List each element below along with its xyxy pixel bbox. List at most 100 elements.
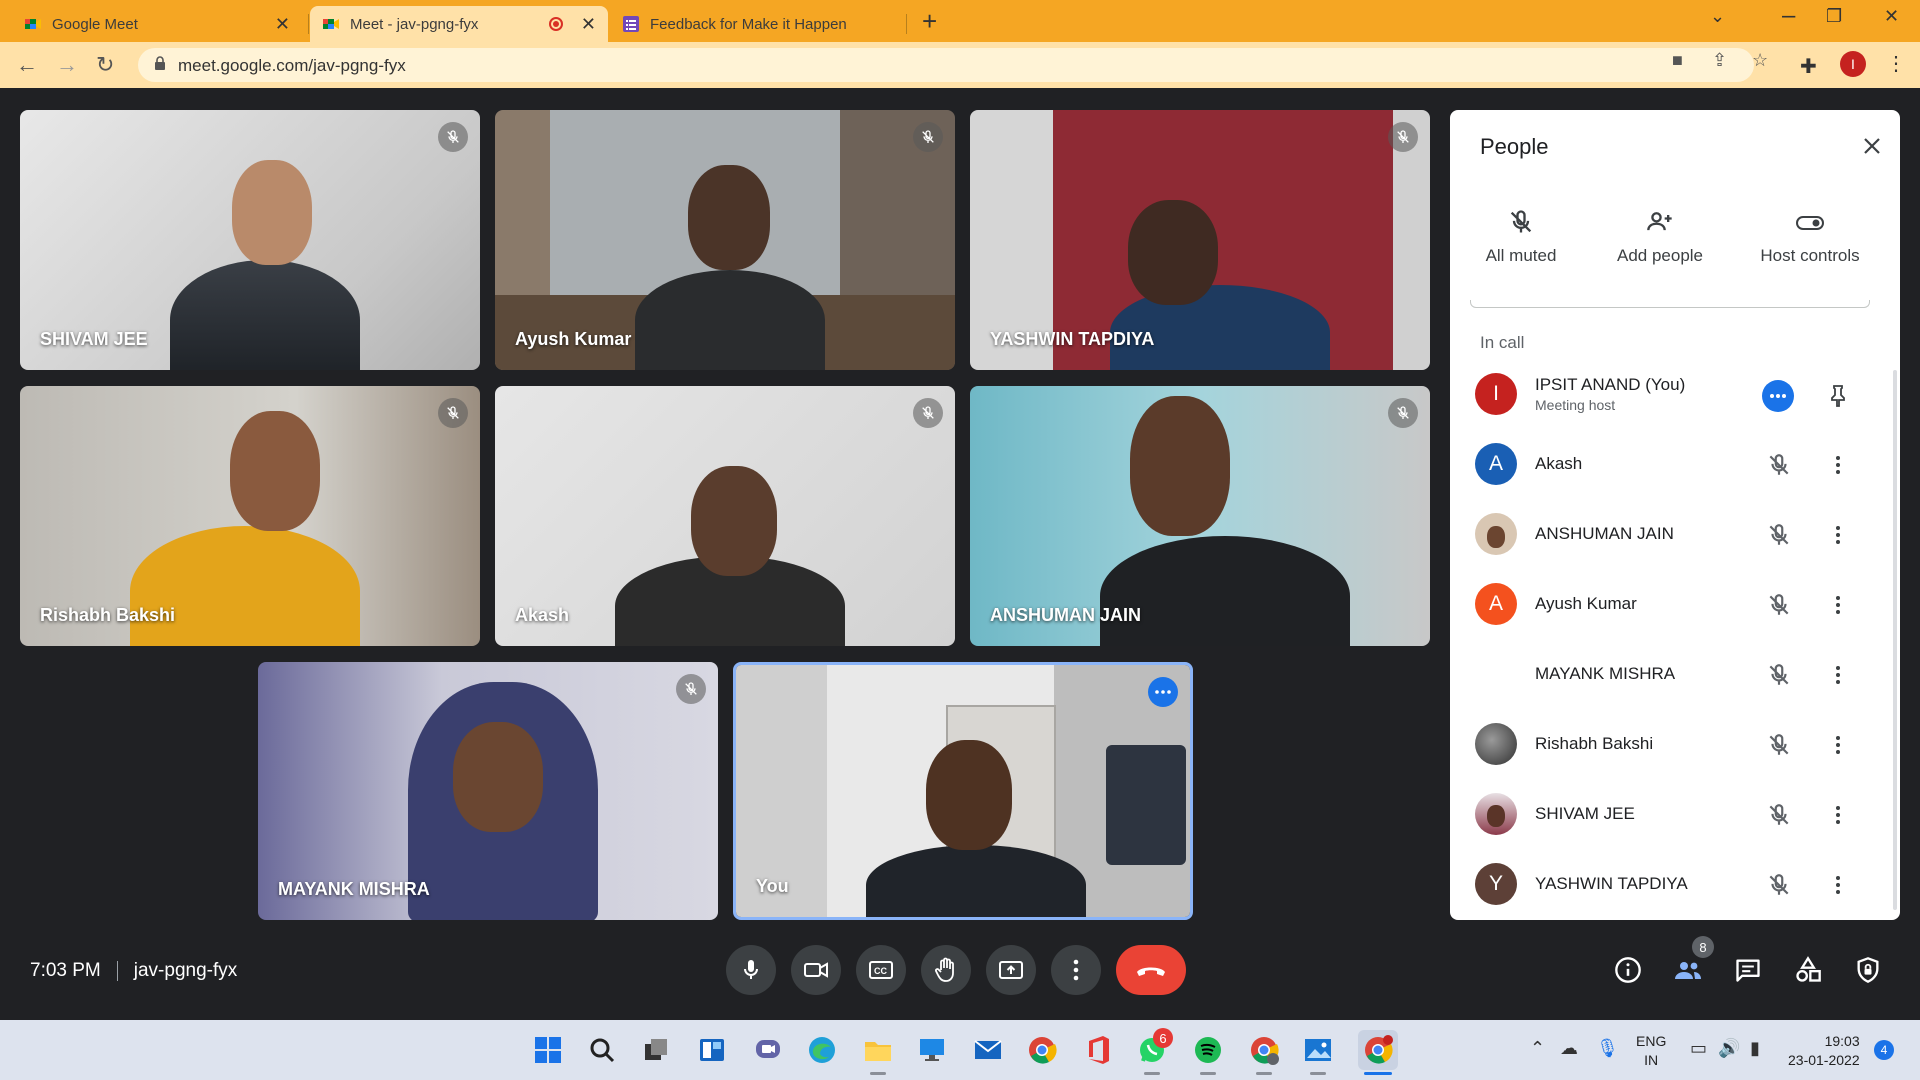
close-tab-icon[interactable]: ✕ <box>581 14 596 35</box>
reload-icon[interactable]: ↻ <box>96 52 114 78</box>
present-screen-button[interactable] <box>986 945 1036 995</box>
chrome-profile-icon[interactable] <box>1248 1034 1280 1066</box>
video-tile[interactable]: YASHWIN TAPDIYA <box>970 110 1430 370</box>
notification-count-badge[interactable]: 4 <box>1874 1040 1894 1060</box>
bookmark-star-icon[interactable]: ☆ <box>1752 50 1768 71</box>
teams-chat-icon[interactable] <box>752 1034 784 1066</box>
participant-row[interactable]: SHIVAM JEE <box>1450 780 1900 850</box>
share-icon[interactable]: ⇪ <box>1712 50 1727 71</box>
add-people-button[interactable]: Add people <box>1605 208 1715 266</box>
muted-mic-icon[interactable] <box>1766 662 1792 688</box>
tab-google-meet[interactable]: Google Meet ✕ <box>12 6 302 42</box>
google-forms-favicon-icon <box>623 16 639 32</box>
minimize-icon[interactable]: – <box>1782 2 1795 30</box>
camera-button[interactable] <box>791 945 841 995</box>
camera-in-use-icon[interactable]: ■ <box>1672 50 1683 71</box>
this-pc-icon[interactable] <box>916 1034 948 1066</box>
new-tab-icon[interactable]: + <box>922 6 937 37</box>
participant-row[interactable]: Rishabh Bakshi <box>1450 710 1900 780</box>
volume-icon[interactable]: 🔊 <box>1718 1038 1740 1059</box>
microphone-button[interactable] <box>726 945 776 995</box>
more-vert-icon[interactable] <box>1826 592 1850 618</box>
more-vert-icon[interactable] <box>1826 802 1850 828</box>
video-tile[interactable]: Ayush Kumar <box>495 110 955 370</box>
close-window-icon[interactable]: ✕ <box>1884 6 1899 27</box>
chrome-icon[interactable] <box>1026 1034 1058 1066</box>
info-icon <box>1615 957 1641 983</box>
office-icon[interactable] <box>1082 1034 1114 1066</box>
self-video-tile[interactable]: You <box>733 662 1193 920</box>
chrome-active-window-icon[interactable] <box>1358 1030 1398 1070</box>
video-tile[interactable]: Akash <box>495 386 955 646</box>
photos-icon[interactable] <box>1302 1034 1334 1066</box>
task-view-icon[interactable] <box>640 1034 672 1066</box>
participant-row[interactable]: MAYANK MISHRA <box>1450 640 1900 710</box>
muted-mic-icon[interactable] <box>1766 522 1792 548</box>
more-vert-icon[interactable] <box>1826 872 1850 898</box>
network-icon[interactable]: ▭ <box>1690 1038 1707 1059</box>
more-options-icon[interactable] <box>1148 677 1178 707</box>
muted-mic-icon[interactable] <box>1766 732 1792 758</box>
more-vert-icon[interactable] <box>1826 452 1850 478</box>
participant-row[interactable]: A Ayush Kumar <box>1450 570 1900 640</box>
tab-feedback-form[interactable]: Feedback for Make it Happen <box>610 6 906 42</box>
captions-button[interactable]: CC <box>856 945 906 995</box>
restore-icon[interactable]: ❐ <box>1826 6 1842 27</box>
participant-name: SHIVAM JEE <box>1535 804 1635 823</box>
video-tile[interactable]: ANSHUMAN JAIN <box>970 386 1430 646</box>
muted-icon <box>438 398 468 428</box>
more-vert-icon[interactable] <box>1826 732 1850 758</box>
avatar <box>1475 723 1517 765</box>
widgets-icon[interactable] <box>696 1034 728 1066</box>
video-tile[interactable]: SHIVAM JEE <box>20 110 480 370</box>
input-language[interactable]: ENG IN <box>1636 1032 1666 1070</box>
chat-icon <box>1736 959 1760 982</box>
tab-meet-active[interactable]: Meet - jav-pgng-fyx ✕ <box>310 6 608 42</box>
activities-button[interactable] <box>1790 952 1826 988</box>
chat-button[interactable] <box>1730 952 1766 988</box>
microphone-tray-icon[interactable]: 🎙 <box>1596 1038 1619 1059</box>
more-actions-icon[interactable] <box>1762 380 1794 412</box>
all-muted-button[interactable]: All muted <box>1476 208 1566 266</box>
pin-icon[interactable] <box>1826 382 1850 408</box>
extensions-puzzle-icon[interactable]: ✚ <box>1800 54 1817 79</box>
mail-icon[interactable] <box>972 1034 1004 1066</box>
more-vert-icon[interactable] <box>1826 522 1850 548</box>
raise-hand-button[interactable] <box>921 945 971 995</box>
spotify-icon[interactable] <box>1192 1034 1224 1066</box>
more-vert-icon[interactable] <box>1826 662 1850 688</box>
close-panel-icon[interactable] <box>1860 134 1884 158</box>
host-controls-shield-button[interactable] <box>1850 952 1886 988</box>
more-options-button[interactable] <box>1051 945 1101 995</box>
participant-row[interactable]: A Akash <box>1450 430 1900 500</box>
close-tab-icon[interactable]: ✕ <box>275 14 290 35</box>
tab-search-chevron-icon[interactable]: ⌄ <box>1710 6 1725 27</box>
show-hidden-icons-chevron-icon[interactable]: ⌃ <box>1530 1038 1545 1059</box>
clock-time: 19:03 <box>1824 1033 1860 1049</box>
system-clock[interactable]: 19:03 23-01-2022 <box>1788 1032 1860 1070</box>
meeting-details-button[interactable] <box>1610 952 1646 988</box>
search-icon[interactable] <box>586 1034 618 1066</box>
participant-row[interactable]: I IPSIT ANAND (You) Meeting host <box>1450 360 1900 430</box>
participant-row[interactable]: Y YASHWIN TAPDIYA <box>1450 850 1900 920</box>
forward-icon[interactable]: → <box>56 52 78 78</box>
video-tile[interactable]: MAYANK MISHRA <box>258 662 718 920</box>
battery-icon[interactable]: ▮ <box>1750 1038 1760 1059</box>
video-tile[interactable]: Rishabh Bakshi <box>20 386 480 646</box>
muted-mic-icon[interactable] <box>1766 802 1792 828</box>
profile-avatar[interactable]: I <box>1840 51 1866 77</box>
muted-mic-icon[interactable] <box>1766 872 1792 898</box>
onedrive-cloud-icon[interactable]: ☁ <box>1560 1038 1578 1059</box>
file-explorer-icon[interactable] <box>862 1034 894 1066</box>
windows-start-icon[interactable] <box>532 1034 564 1066</box>
panel-scrollbar[interactable] <box>1893 370 1897 910</box>
omnibox[interactable]: meet.google.com/jav-pgng-fyx <box>138 48 1754 82</box>
back-icon[interactable]: ← <box>16 52 38 78</box>
muted-mic-icon[interactable] <box>1766 592 1792 618</box>
chrome-menu-icon[interactable]: ⋮ <box>1886 51 1906 76</box>
leave-call-button[interactable] <box>1116 945 1186 995</box>
edge-browser-icon[interactable] <box>806 1034 838 1066</box>
muted-mic-icon[interactable] <box>1766 452 1792 478</box>
participant-row[interactable]: ANSHUMAN JAIN <box>1450 500 1900 570</box>
host-controls-button[interactable]: Host controls <box>1750 208 1870 266</box>
